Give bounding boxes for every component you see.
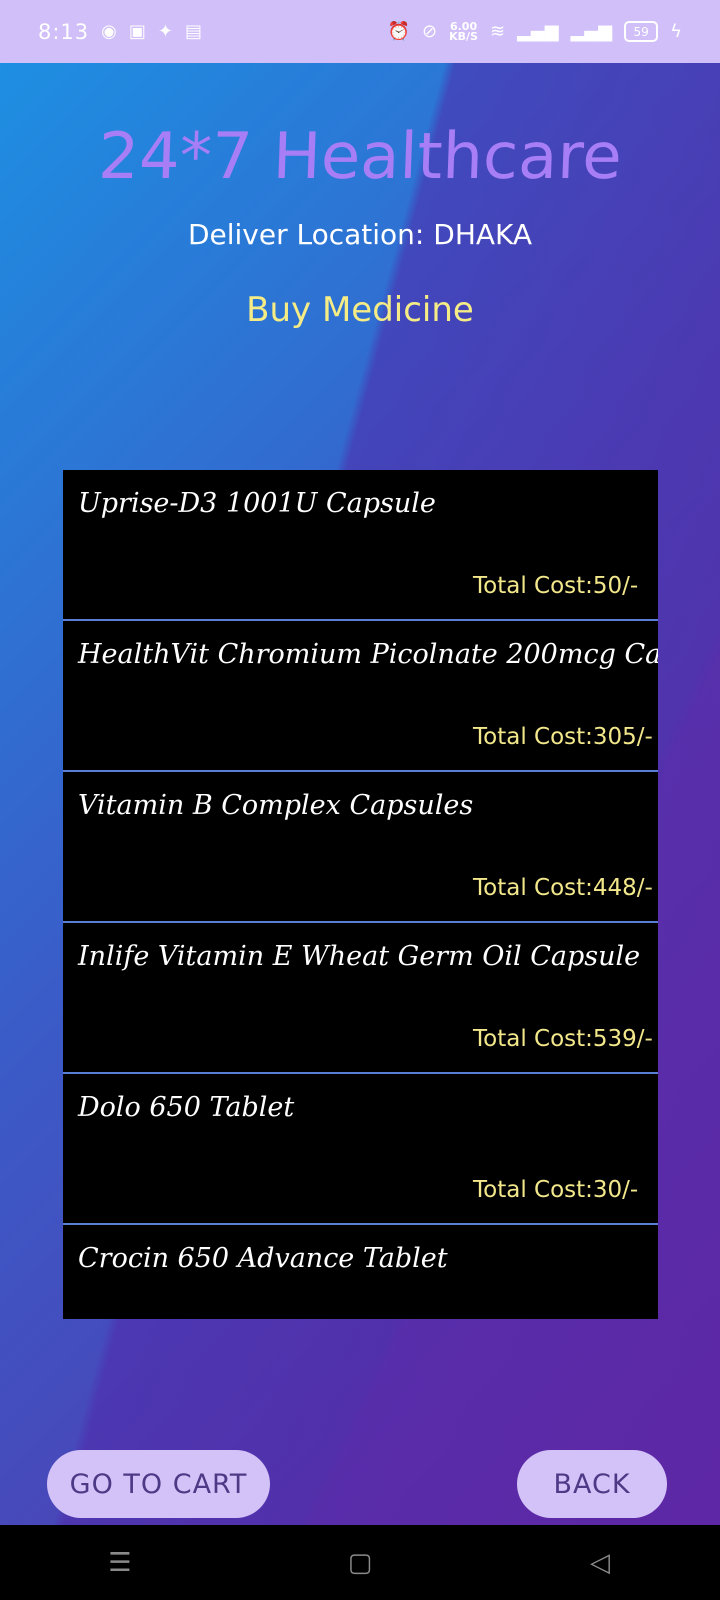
app-title: 24*7 Healthcare bbox=[97, 120, 623, 194]
menu-icon[interactable]: ☰ bbox=[90, 1548, 150, 1578]
signal-icon-2: ▂▄▆ bbox=[570, 20, 613, 42]
alarm-icon: ⏰ bbox=[387, 20, 411, 42]
medicine-name: Crocin 650 Advance Tablet bbox=[78, 1243, 448, 1274]
battery-icon: 59 bbox=[624, 21, 659, 42]
messenger-icon: ◉ bbox=[101, 20, 117, 42]
medicine-item[interactable]: HealthVit Chromium Picolnate 200mcg Caps… bbox=[63, 621, 658, 772]
medicine-name: Inlife Vitamin E Wheat Germ Oil Capsule bbox=[78, 941, 641, 972]
wifi-icon: ≋ bbox=[489, 20, 506, 42]
status-time: 8:13 bbox=[38, 19, 90, 44]
back-nav-icon[interactable]: ◁ bbox=[570, 1548, 630, 1578]
medicine-cost: Total Cost:539/- bbox=[473, 1026, 653, 1052]
go-to-cart-button[interactable]: GO TO CART bbox=[47, 1450, 270, 1518]
signal-icon-1: ▂▄▆ bbox=[517, 20, 559, 42]
facebook-icon: ▣ bbox=[128, 20, 146, 42]
deliver-location: Deliver Location: DHAKA bbox=[187, 218, 533, 251]
medicine-cost: Total Cost:30/- bbox=[473, 1177, 639, 1203]
medicine-name: Vitamin B Complex Capsules bbox=[78, 790, 474, 821]
back-button[interactable]: BACK bbox=[517, 1450, 667, 1518]
navigation-bar: ☰ ▢ ◁ bbox=[0, 1525, 720, 1600]
medicine-name: HealthVit Chromium Picolnate 200mcg Caps… bbox=[78, 639, 658, 670]
medicine-cost: Total Cost:448/- bbox=[473, 875, 653, 901]
medicine-item[interactable]: Crocin 650 Advance Tablet bbox=[63, 1225, 658, 1319]
status-right: ⏰ ⊘ 6.00 KB/S ≋ ▂▄▆ ▂▄▆ 59 ϟ bbox=[388, 21, 682, 42]
network-speed: 6.00 KB/S bbox=[449, 21, 478, 43]
medicine-name: Uprise-D3 1001U Capsule bbox=[78, 488, 436, 519]
notification-app-icon: ✦ bbox=[157, 20, 173, 42]
section-title: Buy Medicine bbox=[246, 290, 474, 330]
medicine-name: Dolo 650 Tablet bbox=[78, 1092, 295, 1123]
mute-icon: ⊘ bbox=[422, 20, 438, 42]
medicine-cost: Total Cost:305/- bbox=[473, 724, 653, 750]
medicine-item[interactable]: Dolo 650 Tablet Total Cost:30/- bbox=[63, 1074, 658, 1225]
medicine-list[interactable]: Uprise-D3 1001U Capsule Total Cost:50/- … bbox=[63, 470, 658, 1319]
medicine-cost: Total Cost:50/- bbox=[473, 573, 639, 599]
status-left: 8:13 ◉ ▣ ✦ ▤ bbox=[38, 20, 202, 44]
status-bar: 8:13 ◉ ▣ ✦ ▤ ⏰ ⊘ 6.00 KB/S ≋ ▂▄▆ ▂▄▆ 59 … bbox=[0, 0, 720, 63]
charging-icon: ϟ bbox=[670, 20, 682, 42]
gallery-icon: ▤ bbox=[185, 20, 203, 42]
home-icon[interactable]: ▢ bbox=[330, 1548, 390, 1578]
medicine-item[interactable]: Vitamin B Complex Capsules Total Cost:44… bbox=[63, 772, 658, 923]
medicine-item[interactable]: Inlife Vitamin E Wheat Germ Oil Capsule … bbox=[63, 923, 658, 1074]
network-speed-unit: KB/S bbox=[449, 29, 478, 43]
medicine-item[interactable]: Uprise-D3 1001U Capsule Total Cost:50/- bbox=[63, 470, 658, 621]
